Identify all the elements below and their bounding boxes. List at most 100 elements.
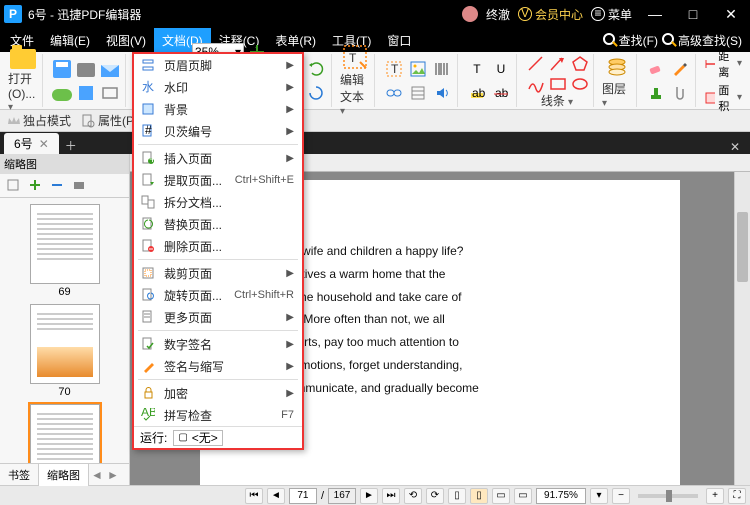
thumbnail-item-selected[interactable]: 71	[26, 404, 104, 463]
last-page-button[interactable]: ⏭	[382, 488, 400, 504]
view-facing-icon[interactable]: ▭	[492, 488, 510, 504]
rotate-cw-icon[interactable]	[305, 82, 327, 104]
menu-item[interactable]: #贝茨编号▶	[134, 120, 302, 142]
menu-item[interactable]: 页眉页脚▶	[134, 54, 302, 76]
document-tab[interactable]: 6号 ✕	[4, 133, 59, 154]
menu-item[interactable]: 裁剪页面▶	[134, 262, 302, 284]
thumbnail-item[interactable]: 70	[26, 304, 104, 398]
print-icon[interactable]	[75, 58, 97, 80]
main-menu-button[interactable]: ≡ 菜单	[591, 6, 632, 23]
menu-window[interactable]: 窗口	[379, 28, 419, 53]
image-icon[interactable]	[407, 58, 429, 80]
menu-view[interactable]: 视图(V)	[98, 28, 154, 53]
view-continuous-icon[interactable]: ▯	[470, 488, 488, 504]
link-icon[interactable]	[383, 82, 405, 104]
pencil-icon[interactable]	[669, 58, 691, 80]
stamp-icon[interactable]	[645, 82, 667, 104]
tabs-left-icon[interactable]: ◄	[89, 468, 105, 482]
tab-close-icon[interactable]: ✕	[39, 137, 49, 151]
tabs-right-icon[interactable]: ►	[105, 468, 121, 482]
menu-item[interactable]: 签名与缩写▶	[134, 355, 302, 377]
arrow-icon[interactable]	[547, 53, 569, 75]
area-button[interactable]: 面积▾	[704, 82, 742, 114]
find-button[interactable]: 查找(F)	[619, 32, 658, 49]
save-icon[interactable]	[51, 58, 73, 80]
highlight-icon[interactable]: ab	[466, 82, 488, 104]
thumb-zoomout-icon[interactable]	[50, 178, 66, 194]
distance-button[interactable]: 距离▾	[704, 48, 742, 80]
menu-item[interactable]: 水水印▶	[134, 76, 302, 98]
zoom-plus-button[interactable]: +	[706, 488, 724, 504]
thumbnail-tab[interactable]: 缩略图	[39, 464, 89, 486]
bookmark-tab[interactable]: 书签	[0, 464, 39, 486]
scan-icon[interactable]	[99, 82, 121, 104]
menu-item[interactable]: 更多页面▶	[134, 306, 302, 328]
user-name[interactable]: 终澈	[486, 6, 510, 23]
text-u-icon[interactable]: U	[490, 58, 512, 80]
redo-icon[interactable]	[305, 58, 327, 80]
run-select[interactable]: ▢ <无>	[173, 430, 222, 446]
zoom-display[interactable]: 91.75%	[536, 488, 586, 504]
svg-text:T: T	[391, 62, 399, 76]
menu-item[interactable]: +插入页面▶	[134, 147, 302, 169]
text-box-icon[interactable]: T	[383, 58, 405, 80]
user-avatar[interactable]	[462, 6, 478, 22]
cloud-icon[interactable]	[51, 82, 73, 104]
thumbnail-item[interactable]: 69	[26, 204, 104, 298]
open-icon[interactable]	[8, 49, 38, 69]
view-single-icon[interactable]: ▯	[448, 488, 466, 504]
strike-icon[interactable]: ab	[490, 82, 512, 104]
zoom-dropdown[interactable]: ▾	[590, 488, 608, 504]
form-icon[interactable]	[407, 82, 429, 104]
menu-item[interactable]: 删除页面...	[134, 235, 302, 257]
prev-page-button[interactable]: ◄	[267, 488, 285, 504]
export-icon[interactable]	[75, 82, 97, 104]
first-page-button[interactable]: ⏮	[245, 488, 263, 504]
audio-icon[interactable]	[431, 82, 453, 104]
menu-item-label: 裁剪页面	[164, 265, 278, 282]
pentagon-icon[interactable]	[569, 53, 591, 75]
thumb-zoomin-icon[interactable]	[28, 178, 44, 194]
maximize-button[interactable]: □	[678, 6, 708, 22]
close-all-tabs-button[interactable]: ✕	[724, 140, 746, 154]
page-input[interactable]: 71	[289, 488, 317, 504]
menu-item[interactable]: 数字签名▶	[134, 333, 302, 355]
menu-item[interactable]: 拆分文档...	[134, 191, 302, 213]
minimize-button[interactable]: ―	[640, 6, 670, 22]
exclusive-mode-button[interactable]: 独占模式	[6, 112, 71, 129]
close-button[interactable]: ✕	[716, 6, 746, 23]
menu-edit[interactable]: 编辑(E)	[42, 28, 98, 53]
menu-item[interactable]: 提取页面...Ctrl+Shift+E	[134, 169, 302, 191]
thumb-print-icon[interactable]	[72, 178, 88, 194]
nav-back-button[interactable]: ⟲	[404, 488, 422, 504]
menu-item-label: 删除页面...	[164, 238, 294, 255]
thumbnail-list[interactable]: 69 70 71	[0, 198, 129, 463]
menu-item[interactable]: 旋转页面...Ctrl+Shift+R	[134, 284, 302, 306]
menu-item[interactable]: ABC拼写检查F7	[134, 404, 302, 426]
text-t-icon[interactable]: T	[466, 58, 488, 80]
attach-icon[interactable]	[669, 82, 691, 104]
menu-item[interactable]: 加密▶	[134, 382, 302, 404]
member-center-button[interactable]: V 会员中心	[518, 6, 583, 23]
zoom-minus-button[interactable]: −	[612, 488, 630, 504]
vertical-scrollbar[interactable]	[734, 172, 750, 485]
thumb-options-icon[interactable]	[6, 178, 22, 194]
nav-fwd-button[interactable]: ⟳	[426, 488, 444, 504]
menu-item[interactable]: 背景▶	[134, 98, 302, 120]
edit-text-icon[interactable]: T	[340, 44, 370, 70]
next-page-button[interactable]: ►	[360, 488, 378, 504]
menu-item[interactable]: 替换页面...	[134, 213, 302, 235]
zoom-slider[interactable]	[638, 494, 698, 498]
layer-icon[interactable]	[602, 53, 632, 79]
mail-icon[interactable]	[99, 58, 121, 80]
line-icon[interactable]	[525, 53, 547, 75]
content-area: 缩略图 69 70 71 书签 缩略图 ◄ ►	[0, 154, 750, 485]
new-tab-button[interactable]: ＋	[65, 137, 77, 154]
menu-form[interactable]: 表单(R)	[267, 28, 324, 53]
view-cont-facing-icon[interactable]: ▭	[514, 488, 532, 504]
adv-find-button[interactable]: 高级查找(S)	[678, 32, 742, 49]
edit-text-group: T 编辑文本 ▾	[336, 54, 375, 107]
eraser-icon[interactable]	[645, 58, 667, 80]
fit-page-button[interactable]: ⛶	[728, 488, 746, 504]
barcode-icon[interactable]	[431, 58, 453, 80]
